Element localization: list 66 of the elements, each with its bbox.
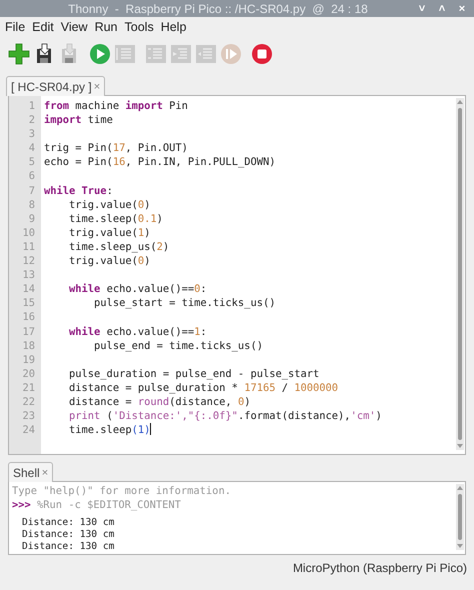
code-line: pulse_start = time.ticks_us() (93, 296, 276, 310)
code-line: trig = Pin(17, Pin.OUT) (44, 141, 188, 156)
line-number: 8 (28, 198, 36, 212)
menu-item[interactable]: Edit (32, 20, 54, 34)
line-number: 14 (21, 282, 36, 296)
line-number: 3 (28, 127, 36, 142)
code-line: pulse_end = time.ticks_us() (93, 338, 263, 353)
menu-item[interactable]: Help (160, 20, 186, 34)
menu-item[interactable]: Run (94, 20, 118, 34)
line-number: 9 (28, 212, 36, 226)
scrollbar[interactable] (456, 98, 464, 450)
line-number: 13 (21, 268, 36, 282)
code-line: while echo.value()==0: (68, 282, 207, 296)
line-number: 7 (28, 184, 36, 198)
line-number: 15 (21, 296, 36, 310)
line-number: 18 (21, 338, 36, 353)
code-line: distance = pulse_duration * 17165 / 1000000 (68, 380, 338, 395)
code-line: while echo.value()==1: (68, 324, 207, 339)
code-line: while True: (44, 184, 113, 198)
line-number: 23 (21, 409, 36, 424)
editor-tab[interactable]: [ HC-SR04.py ] × (6, 76, 106, 96)
line-number: 21 (21, 380, 36, 395)
shell-prompt: >>> (12, 499, 31, 511)
menu-item[interactable]: View (60, 20, 88, 34)
line-number: 1 (28, 99, 36, 114)
interpreter-label[interactable]: MicroPython (Raspberry Pi Pico) (292, 561, 467, 575)
code-line: time.sleep(1) (68, 423, 152, 438)
code-line: distance = round(distance, 0) (68, 394, 250, 410)
menu-item[interactable]: File (5, 20, 26, 34)
code-line: import time (44, 113, 113, 128)
line-number: 4 (28, 141, 36, 156)
line-number: 19 (21, 352, 36, 367)
line-number: 5 (28, 155, 36, 170)
code-line: echo = Pin(16, Pin.IN, Pin.PULL_DOWN) (44, 155, 276, 170)
shell-console[interactable]: Type "help()" for more information. >>> %Run -c $EDITOR_CONTENT Distance: 130 cm Distance: 130 cm Distance: 130 cm (8, 481, 466, 555)
line-number: 2 (28, 113, 36, 128)
stop-icon[interactable] (251, 42, 273, 64)
shell-output-line: Distance: 130 cm (21, 517, 116, 529)
code-line: time.sleep_us(2) (68, 240, 170, 254)
menu-item[interactable]: Tools (124, 20, 154, 34)
line-number: 10 (21, 226, 36, 240)
scrollbar[interactable] (456, 484, 464, 550)
code-line: pulse_duration = pulse_end - pulse_start (68, 366, 320, 381)
line-number: 12 (21, 254, 36, 268)
shell-command: %Run -c $EDITOR_CONTENT (36, 499, 181, 511)
window-title: Thonny - Raspberry Pi Pico :: /HC-SR04.py @ 24 : 18 (67, 2, 369, 16)
shell-output-line: Distance: 130 cm (21, 541, 116, 553)
line-number: 20 (21, 366, 36, 381)
line-number: 17 (21, 324, 36, 339)
line-number: 16 (21, 310, 36, 324)
shell-tab[interactable]: Shell × (8, 462, 54, 482)
code-line: trig.value(1) (68, 226, 150, 240)
shell-info-text: Type "help()" for more information. (12, 484, 232, 498)
shell-output-line: Distance: 130 cm (21, 529, 116, 541)
new-file-icon[interactable] (8, 42, 30, 64)
line-number: 6 (28, 169, 36, 184)
code-line: from machine import Pin (44, 99, 188, 114)
line-number: 22 (21, 394, 36, 410)
line-number: 24 (21, 423, 36, 438)
run-icon[interactable] (89, 42, 111, 64)
code-line: trig.value(0) (68, 198, 150, 212)
code-line: trig.value(0) (68, 254, 150, 268)
code-line: time.sleep(0.1) (68, 212, 163, 226)
code-editor[interactable] (8, 95, 466, 455)
line-number: 11 (21, 240, 36, 254)
code-line: print ('Distance:',"{:.0f}".format(distance),'cm') (68, 409, 382, 424)
